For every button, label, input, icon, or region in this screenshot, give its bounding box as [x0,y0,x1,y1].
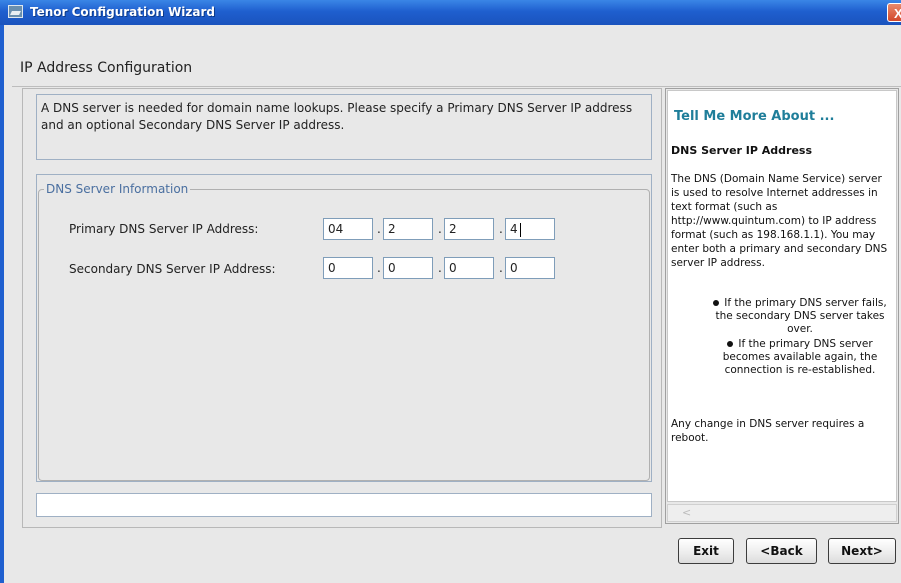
ip-separator: . [499,222,503,236]
ip-separator: . [377,261,381,275]
secondary-dns-label: Secondary DNS Server IP Address: [69,262,276,276]
description-box: A DNS server is needed for domain name l… [36,94,652,160]
primary-dns-label: Primary DNS Server IP Address: [69,222,259,236]
title-bar: Tenor Configuration Wizard X [0,0,901,25]
primary-dns-octet-2[interactable]: 2 [383,218,433,240]
ip-separator: . [377,222,381,236]
text-cursor [519,222,521,237]
help-content[interactable]: Tell Me More About ... DNS Server IP Add… [667,90,897,502]
page-title: IP Address Configuration [20,60,193,76]
back-button[interactable]: <Back [746,538,817,564]
header-divider [12,86,901,87]
window-title: Tenor Configuration Wizard [30,5,216,19]
help-footer: Any change in DNS server requires a rebo… [671,418,865,444]
scroll-left-arrow-icon[interactable]: < [682,506,691,519]
secondary-dns-octet-2[interactable]: 0 [383,257,433,279]
help-bullet-list: If the primary DNS server fails, the sec… [686,297,896,379]
app-icon [8,5,23,18]
primary-dns-octet-4-value: 4 [510,222,518,236]
secondary-dns-octet-1[interactable]: 0 [323,257,373,279]
help-heading: Tell Me More About ... [674,109,835,124]
primary-dns-octet-3[interactable]: 2 [444,218,494,240]
help-subheading: DNS Server IP Address [671,144,813,157]
primary-dns-octet-1[interactable]: 04 [323,218,373,240]
exit-button[interactable]: Exit [678,538,734,564]
help-bullet-item: If the primary DNS server becomes availa… [686,338,896,377]
help-bullet-item: If the primary DNS server fails, the sec… [686,297,896,336]
primary-dns-octet-4[interactable]: 4 [505,218,555,240]
bullet-icon [727,341,734,347]
ip-separator: . [438,261,442,275]
bullet-icon [713,300,720,306]
ip-separator: . [499,261,503,275]
help-horizontal-scrollbar[interactable]: < [667,504,897,522]
close-button[interactable]: X [887,3,901,22]
secondary-dns-octet-4[interactable]: 0 [505,257,555,279]
next-button[interactable]: Next> [828,538,896,564]
secondary-dns-octet-3[interactable]: 0 [444,257,494,279]
status-field [36,493,652,517]
window-left-border [0,25,4,583]
dns-group-legend: DNS Server Information [44,182,191,196]
help-bullet-text: If the primary DNS server fails, the sec… [715,297,887,335]
help-bullet-text: If the primary DNS server becomes availa… [722,338,878,376]
help-paragraph: The DNS (Domain Name Service) server is … [671,173,888,269]
ip-separator: . [438,222,442,236]
